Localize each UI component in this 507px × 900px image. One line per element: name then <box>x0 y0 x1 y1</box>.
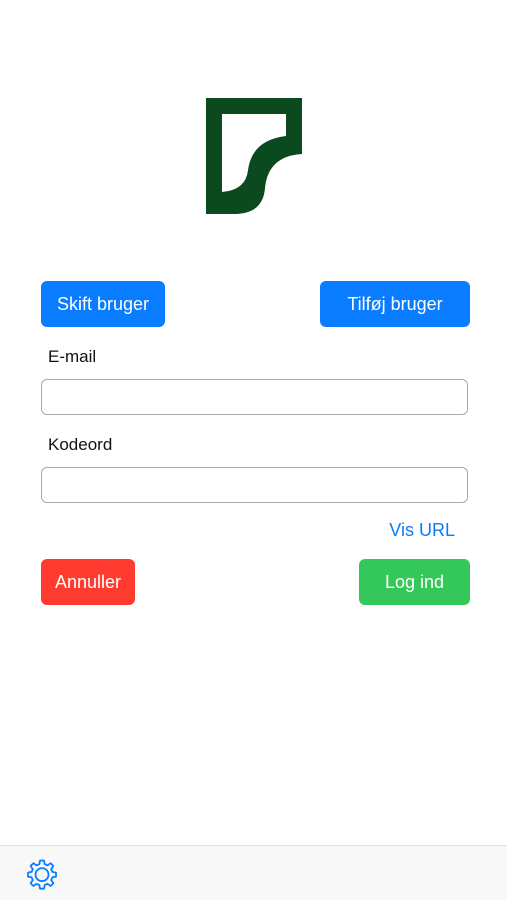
gear-icon[interactable] <box>26 858 58 890</box>
show-url-link[interactable]: Vis URL <box>389 520 455 541</box>
add-user-button[interactable]: Tilføj bruger <box>320 281 470 327</box>
login-button[interactable]: Log ind <box>359 559 470 605</box>
bottom-toolbar <box>0 845 507 900</box>
cancel-button[interactable]: Annuller <box>41 559 135 605</box>
email-field[interactable] <box>41 379 468 415</box>
email-label: E-mail <box>48 347 97 366</box>
switch-user-button[interactable]: Skift bruger <box>41 281 165 327</box>
password-label: Kodeord <box>48 435 113 454</box>
brand-logo-icon <box>206 98 302 214</box>
password-field[interactable] <box>41 467 468 503</box>
